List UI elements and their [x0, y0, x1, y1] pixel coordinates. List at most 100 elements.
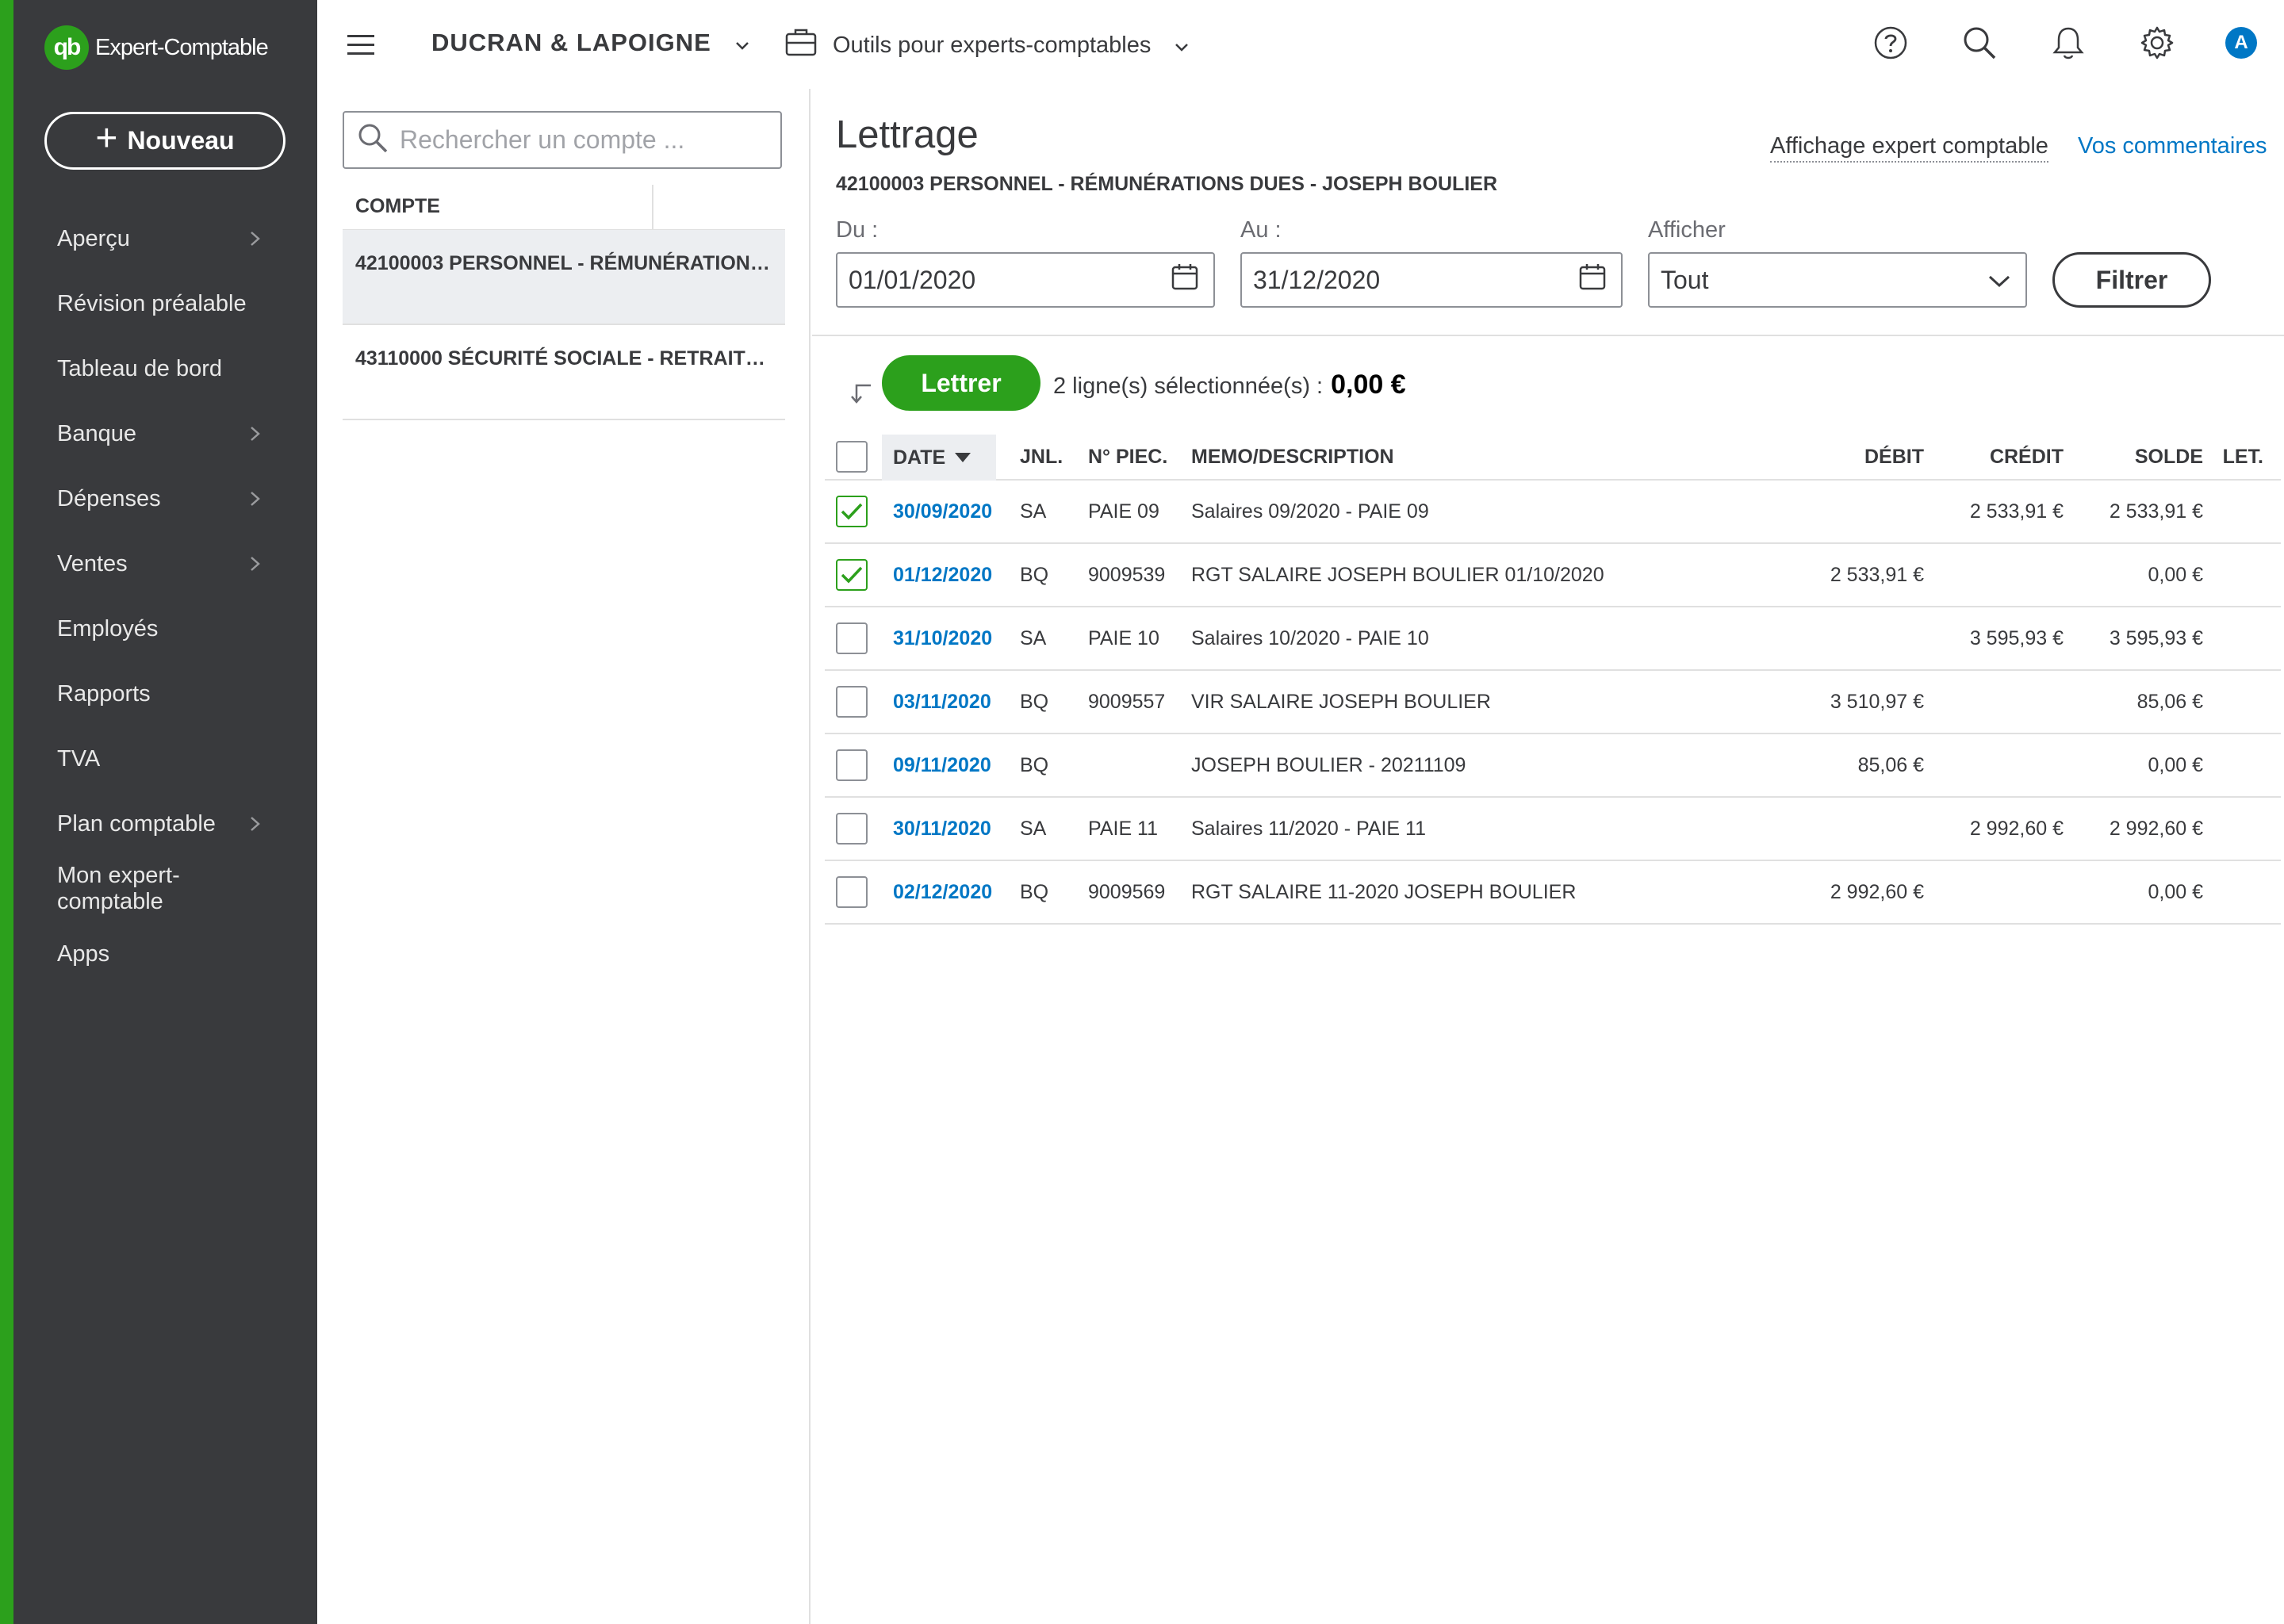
checkbox[interactable] [836, 496, 868, 527]
account-list: 42100003 PERSONNEL - RÉMUNÉRATIONS DUES … [343, 230, 785, 420]
feedback-link[interactable]: Vos commentaires [2078, 133, 2267, 159]
nav-item[interactable]: Révision préalable [13, 271, 317, 336]
nav-item[interactable]: TVA [13, 726, 317, 791]
sort-desc-icon [955, 453, 971, 462]
nav-item[interactable]: Employés [13, 596, 317, 661]
date-column-header[interactable]: DATE [882, 435, 996, 481]
row-date-link[interactable]: 03/11/2020 [893, 691, 991, 714]
checkbox[interactable] [836, 441, 868, 473]
table-row[interactable]: 03/11/2020 BQ 9009557 VIR SALAIRE JOSEPH BO… [825, 671, 2281, 734]
row-date-link[interactable]: 30/11/2020 [893, 818, 991, 841]
selection-summary: 2 ligne(s) sélectionnée(s) : 0,00 € [1053, 370, 1406, 400]
table-header: DATE JNL. N° PIEC. MEMO/DESCRIPTION DÉBI… [825, 435, 2281, 481]
row-credit: 3 595,93 € [1969, 626, 2064, 649]
hamburger-menu-icon[interactable] [346, 33, 377, 57]
row-balance: 0,00 € [2148, 880, 2203, 903]
brand[interactable]: qb Expert-Comptable [44, 25, 269, 70]
journal-header[interactable]: JNL. [1020, 446, 1063, 469]
table-row[interactable]: 09/11/2020 BQ JOSEPH BOULIER - 20211109 85,… [825, 734, 2281, 798]
balance-header[interactable]: SOLDE [2135, 446, 2203, 469]
selection-text: 2 ligne(s) sélectionnée(s) : [1053, 373, 1324, 399]
to-date-field[interactable]: 31/12/2020 [1240, 252, 1623, 308]
column-resize-handle[interactable] [652, 184, 653, 229]
accountant-view-link[interactable]: Affichage expert comptable [1770, 133, 2048, 163]
row-journal: BQ [1020, 880, 1049, 903]
row-piece-number: PAIE 11 [1088, 817, 1159, 840]
row-piece-number: 9009569 [1088, 880, 1166, 903]
row-checkbox[interactable] [836, 813, 868, 845]
memo-header[interactable]: MEMO/DESCRIPTION [1191, 446, 1394, 469]
row-checkbox[interactable] [836, 876, 868, 908]
nav-item[interactable]: Dépenses [13, 466, 317, 531]
user-avatar[interactable]: A [2225, 27, 2257, 59]
nav-item-label: Rapports [57, 680, 151, 707]
letter-button[interactable]: Lettrer [882, 355, 1040, 411]
nav-item[interactable]: Apps [13, 921, 317, 986]
table-row[interactable]: 30/09/2020 SA PAIE 09 Salaires 09/2020 - PA… [825, 481, 2281, 544]
search-icon[interactable] [1959, 22, 2000, 63]
nav-item[interactable]: Ventes [13, 531, 317, 596]
account-search-input[interactable] [400, 125, 772, 155]
checkbox[interactable] [836, 749, 868, 781]
calendar-icon[interactable] [1171, 262, 1199, 297]
gear-icon[interactable] [2136, 22, 2178, 63]
table-row[interactable]: 01/12/2020 BQ 9009539 RGT SALAIRE JOSEPH BO… [825, 544, 2281, 607]
row-journal: SA [1020, 626, 1047, 649]
row-credit: 2 992,60 € [1969, 817, 2064, 840]
nav-item[interactable]: Plan comptable [13, 791, 317, 856]
row-memo: JOSEPH BOULIER - 20211109 [1191, 753, 1466, 776]
filter-button[interactable]: Filtrer [2052, 252, 2211, 308]
row-date-link[interactable]: 09/11/2020 [893, 754, 991, 777]
row-checkbox[interactable] [836, 622, 868, 654]
select-all-checkbox[interactable] [836, 441, 868, 473]
nav-item[interactable]: Mon expert-comptable [13, 856, 317, 921]
row-balance: 85,06 € [2136, 690, 2203, 713]
row-checkbox[interactable] [836, 559, 868, 591]
nav-item-label: Employés [57, 615, 159, 642]
debit-header[interactable]: DÉBIT [1864, 446, 1924, 469]
row-checkbox[interactable] [836, 496, 868, 527]
account-search-box[interactable] [343, 111, 782, 169]
account-list-item[interactable]: 42100003 PERSONNEL - RÉMUNÉRATIONS DUES … [343, 230, 785, 325]
row-checkbox[interactable] [836, 749, 868, 781]
company-selector[interactable]: DUCRAN & LAPOIGNE [431, 29, 749, 57]
row-balance: 2 533,91 € [2109, 500, 2203, 523]
piece-header[interactable]: N° PIEC. [1088, 446, 1167, 469]
row-date-link[interactable]: 01/12/2020 [893, 564, 992, 587]
row-date-link[interactable]: 31/10/2020 [893, 627, 992, 650]
checkbox[interactable] [836, 622, 868, 654]
chevron-right-icon [249, 815, 262, 833]
table-row[interactable]: 02/12/2020 BQ 9009569 RGT SALAIRE 11-2020 J… [825, 861, 2281, 925]
checkbox[interactable] [836, 876, 868, 908]
row-debit: 2 533,91 € [1830, 563, 1924, 586]
account-list-item[interactable]: 43110000 SÉCURITÉ SOCIALE - RETRAITE URS… [343, 325, 785, 420]
show-select[interactable]: Tout [1648, 252, 2027, 308]
credit-header[interactable]: CRÉDIT [1990, 446, 2064, 469]
help-icon[interactable] [1870, 22, 1911, 63]
row-journal: SA [1020, 817, 1047, 840]
bell-icon[interactable] [2048, 22, 2089, 63]
row-debit: 2 992,60 € [1830, 880, 1924, 903]
account-panel: COMPTE 42100003 PERSONNEL - RÉMUNÉRATION… [317, 89, 811, 1624]
table-row[interactable]: 31/10/2020 SA PAIE 10 Salaires 10/2020 - PA… [825, 607, 2281, 671]
nav-item[interactable]: Rapports [13, 661, 317, 726]
checkbox[interactable] [836, 813, 868, 845]
letter-code-header[interactable]: LET. [2223, 446, 2263, 469]
row-date-link[interactable]: 30/09/2020 [893, 500, 992, 523]
checkbox[interactable] [836, 559, 868, 591]
table-row[interactable]: 30/11/2020 SA PAIE 11 Salaires 11/2020 - PA… [825, 798, 2281, 861]
new-button-label: Nouveau [127, 126, 235, 155]
nav-item[interactable]: Aperçu [13, 206, 317, 271]
row-checkbox[interactable] [836, 686, 868, 718]
checkbox[interactable] [836, 686, 868, 718]
accountant-tools-menu[interactable]: Outils pour experts-comptables [785, 27, 1189, 63]
nav-item[interactable]: Banque [13, 401, 317, 466]
chevron-right-icon [249, 425, 262, 442]
nav-item[interactable]: Tableau de bord [13, 336, 317, 401]
row-piece-number: 9009539 [1088, 563, 1166, 586]
from-date-field[interactable]: 01/01/2020 [836, 252, 1215, 308]
row-date-link[interactable]: 02/12/2020 [893, 881, 992, 904]
calendar-icon[interactable] [1578, 262, 1607, 297]
new-button[interactable]: + Nouveau [44, 112, 286, 170]
undo-arrow-icon[interactable] [849, 381, 874, 406]
